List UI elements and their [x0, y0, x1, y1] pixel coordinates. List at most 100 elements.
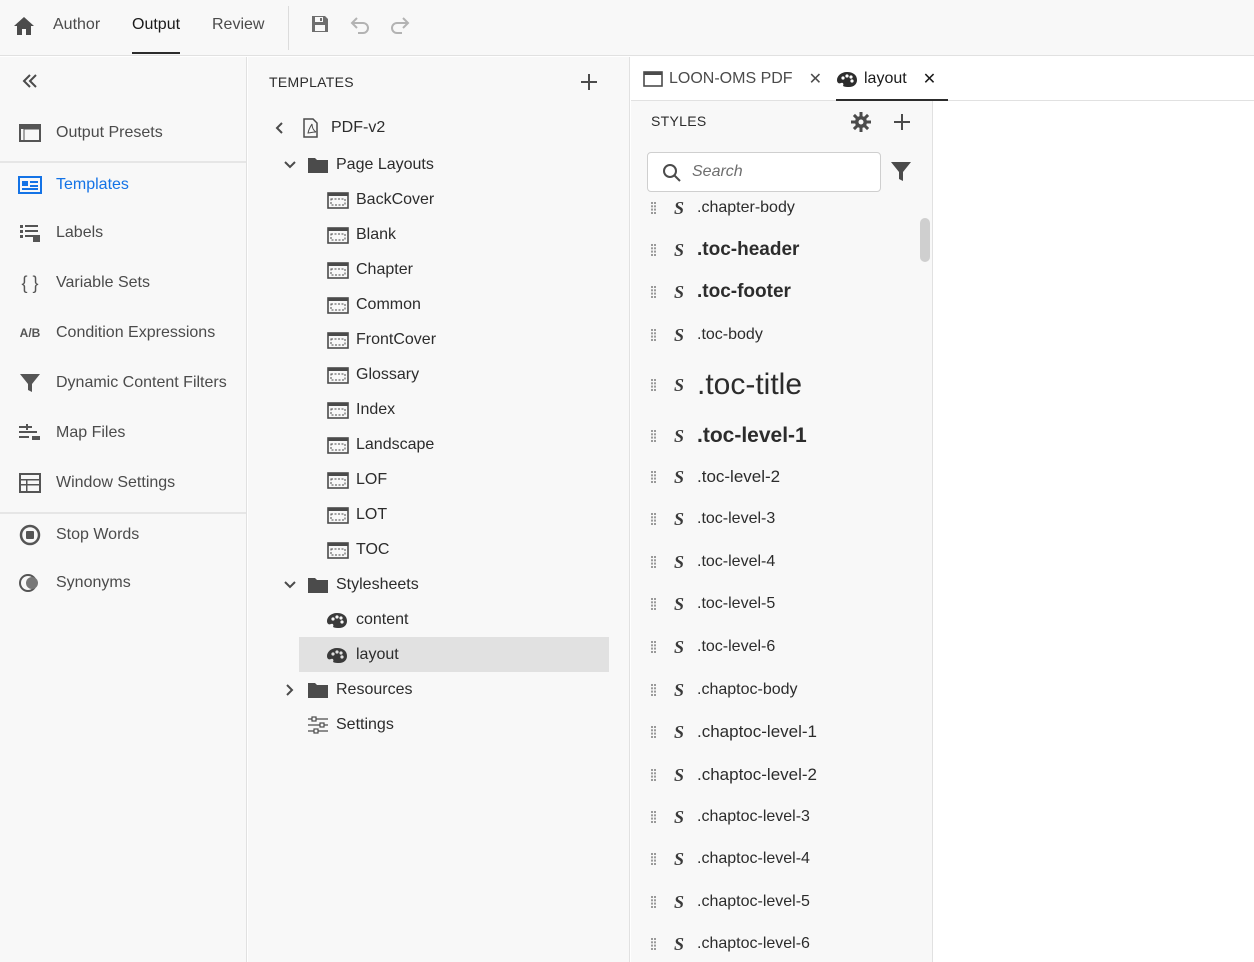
tree-item-page-layout[interactable]: Index — [248, 392, 630, 427]
style-list-item[interactable]: S .chaptoc-level-5 — [631, 889, 915, 915]
drag-handle-icon[interactable] — [651, 329, 657, 341]
style-list-item[interactable]: S .toc-level-5 — [631, 591, 915, 617]
style-list-item[interactable]: S .toc-footer — [631, 279, 915, 306]
nav-map-files[interactable]: Map Files — [0, 413, 246, 453]
tab-review[interactable]: Review — [212, 0, 264, 56]
drag-handle-icon[interactable] — [651, 641, 657, 653]
style-name: .toc-level-5 — [697, 595, 776, 612]
style-list-item[interactable]: S .chaptoc-level-2 — [631, 762, 915, 788]
style-list-item[interactable]: S .toc-level-3 — [631, 506, 915, 532]
save-icon[interactable] — [309, 13, 331, 35]
nav-stop-words[interactable]: Stop Words — [0, 515, 246, 555]
chevron-right-icon[interactable] — [282, 682, 298, 698]
tab-output[interactable]: Output — [132, 0, 181, 56]
chevron-left-icon[interactable] — [272, 120, 288, 136]
collapse-panel-icon[interactable] — [19, 70, 41, 92]
drag-handle-icon[interactable] — [651, 471, 657, 483]
redo-icon[interactable] — [389, 13, 411, 35]
home-icon[interactable] — [12, 14, 36, 38]
style-list-item[interactable]: S .chaptoc-level-4 — [631, 846, 915, 872]
style-list-item[interactable]: S .chaptoc-level-3 — [631, 804, 915, 830]
drag-handle-icon[interactable] — [651, 202, 657, 214]
scrollbar-thumb[interactable] — [920, 218, 930, 262]
style-list-item[interactable]: S .toc-header — [631, 237, 915, 264]
chevron-down-icon[interactable] — [282, 157, 298, 173]
drag-handle-icon[interactable] — [651, 769, 657, 781]
palette-icon — [327, 612, 347, 628]
tree-item-page-layout[interactable]: FrontCover — [248, 322, 630, 357]
tree-label: layout — [356, 645, 399, 663]
tree-item-page-layout[interactable]: Landscape — [248, 427, 630, 462]
style-list-item[interactable]: S .toc-body — [631, 322, 915, 348]
tree-item-settings[interactable]: Settings — [248, 707, 630, 742]
style-list-item[interactable]: S .toc-level-4 — [631, 549, 915, 575]
nav-label: Labels — [56, 224, 104, 241]
tree-folder-page-layouts[interactable]: Page Layouts — [248, 147, 630, 182]
style-list-item[interactable]: S .chaptoc-level-1 — [631, 719, 915, 745]
editor-canvas[interactable] — [934, 101, 1254, 962]
tree-item-page-layout[interactable]: TOC — [248, 532, 630, 567]
tree-item-page-layout[interactable]: Common — [248, 287, 630, 322]
drag-handle-icon[interactable] — [651, 896, 657, 908]
nav-output-presets[interactable]: Output Presets — [0, 113, 246, 153]
nav-dynamic-content-filters[interactable]: Dynamic Content Filters — [0, 363, 246, 403]
tree-item-page-layout[interactable]: LOT — [248, 497, 630, 532]
style-list-item[interactable]: S .toc-level-1 — [631, 422, 915, 451]
tree-item-stylesheet-layout[interactable]: layout — [299, 637, 609, 672]
tree-item-page-layout[interactable]: Blank — [248, 217, 630, 252]
drag-handle-icon[interactable] — [651, 430, 657, 442]
style-list-item[interactable]: S .toc-title — [631, 366, 915, 404]
style-list-item[interactable]: S .chapter-body — [631, 195, 915, 221]
style-list-item[interactable]: S .chaptoc-body — [631, 677, 915, 703]
nav-templates[interactable]: Templates — [0, 165, 246, 205]
tree-folder-resources[interactable]: Resources — [248, 672, 630, 707]
style-marker-icon: S — [674, 425, 685, 446]
style-list-item[interactable]: S .toc-level-2 — [631, 464, 915, 490]
drag-handle-icon[interactable] — [651, 853, 657, 865]
drag-handle-icon[interactable] — [651, 556, 657, 568]
tree-label: BackCover — [356, 190, 435, 208]
close-icon[interactable]: ✕ — [923, 69, 936, 89]
tree-folder-stylesheets[interactable]: Stylesheets — [248, 567, 630, 602]
style-search-box — [647, 152, 881, 192]
tree-item-page-layout[interactable]: LOF — [248, 462, 630, 497]
tree-item-page-layout[interactable]: Chapter — [248, 252, 630, 287]
tree-root-pdf-v2[interactable]: PDF-v2 — [248, 110, 630, 145]
filter-icon[interactable] — [890, 160, 912, 182]
tree-item-stylesheet-content[interactable]: content — [299, 602, 609, 637]
drag-handle-icon[interactable] — [651, 726, 657, 738]
close-icon[interactable]: ✕ — [809, 69, 822, 89]
tree-item-page-layout[interactable]: Glossary — [248, 357, 630, 392]
drag-handle-icon[interactable] — [651, 684, 657, 696]
nav-synonyms[interactable]: Synonyms — [0, 563, 246, 603]
drag-handle-icon[interactable] — [651, 244, 657, 256]
nav-window-settings[interactable]: Window Settings — [0, 463, 246, 503]
undo-icon[interactable] — [349, 13, 371, 35]
tree-label: Chapter — [356, 260, 413, 278]
add-style-icon[interactable] — [892, 112, 912, 132]
doc-tab-layout[interactable]: layout ✕ — [836, 57, 948, 101]
drag-handle-icon[interactable] — [651, 379, 657, 391]
drag-handle-icon[interactable] — [651, 598, 657, 610]
nav-label: Map Files — [56, 424, 126, 441]
tree-label: Glossary — [356, 365, 420, 383]
doc-tab-loon-oms-pdf[interactable]: LOON-OMS PDF ✕ — [643, 57, 823, 100]
style-list-item[interactable]: S .chaptoc-level-6 — [631, 931, 915, 957]
style-list-item[interactable]: S .toc-level-6 — [631, 634, 915, 660]
style-name: .toc-level-4 — [697, 553, 776, 570]
nav-variable-sets[interactable]: { } Variable Sets — [0, 263, 246, 303]
drag-handle-icon[interactable] — [651, 938, 657, 950]
add-template-icon[interactable] — [579, 72, 599, 92]
search-input[interactable] — [692, 161, 872, 183]
chevron-down-icon[interactable] — [282, 577, 298, 593]
tree-item-page-layout[interactable]: BackCover — [248, 182, 630, 217]
drag-handle-icon[interactable] — [651, 286, 657, 298]
nav-labels[interactable]: Labels — [0, 213, 246, 253]
drag-handle-icon[interactable] — [651, 513, 657, 525]
drag-handle-icon[interactable] — [651, 811, 657, 823]
tab-author[interactable]: Author — [53, 0, 100, 56]
nav-condition-expressions[interactable]: A/B Condition Expressions — [0, 313, 246, 353]
gear-icon[interactable] — [850, 111, 872, 133]
style-name: .chaptoc-body — [697, 681, 798, 698]
braces-icon: { } — [21, 272, 39, 293]
